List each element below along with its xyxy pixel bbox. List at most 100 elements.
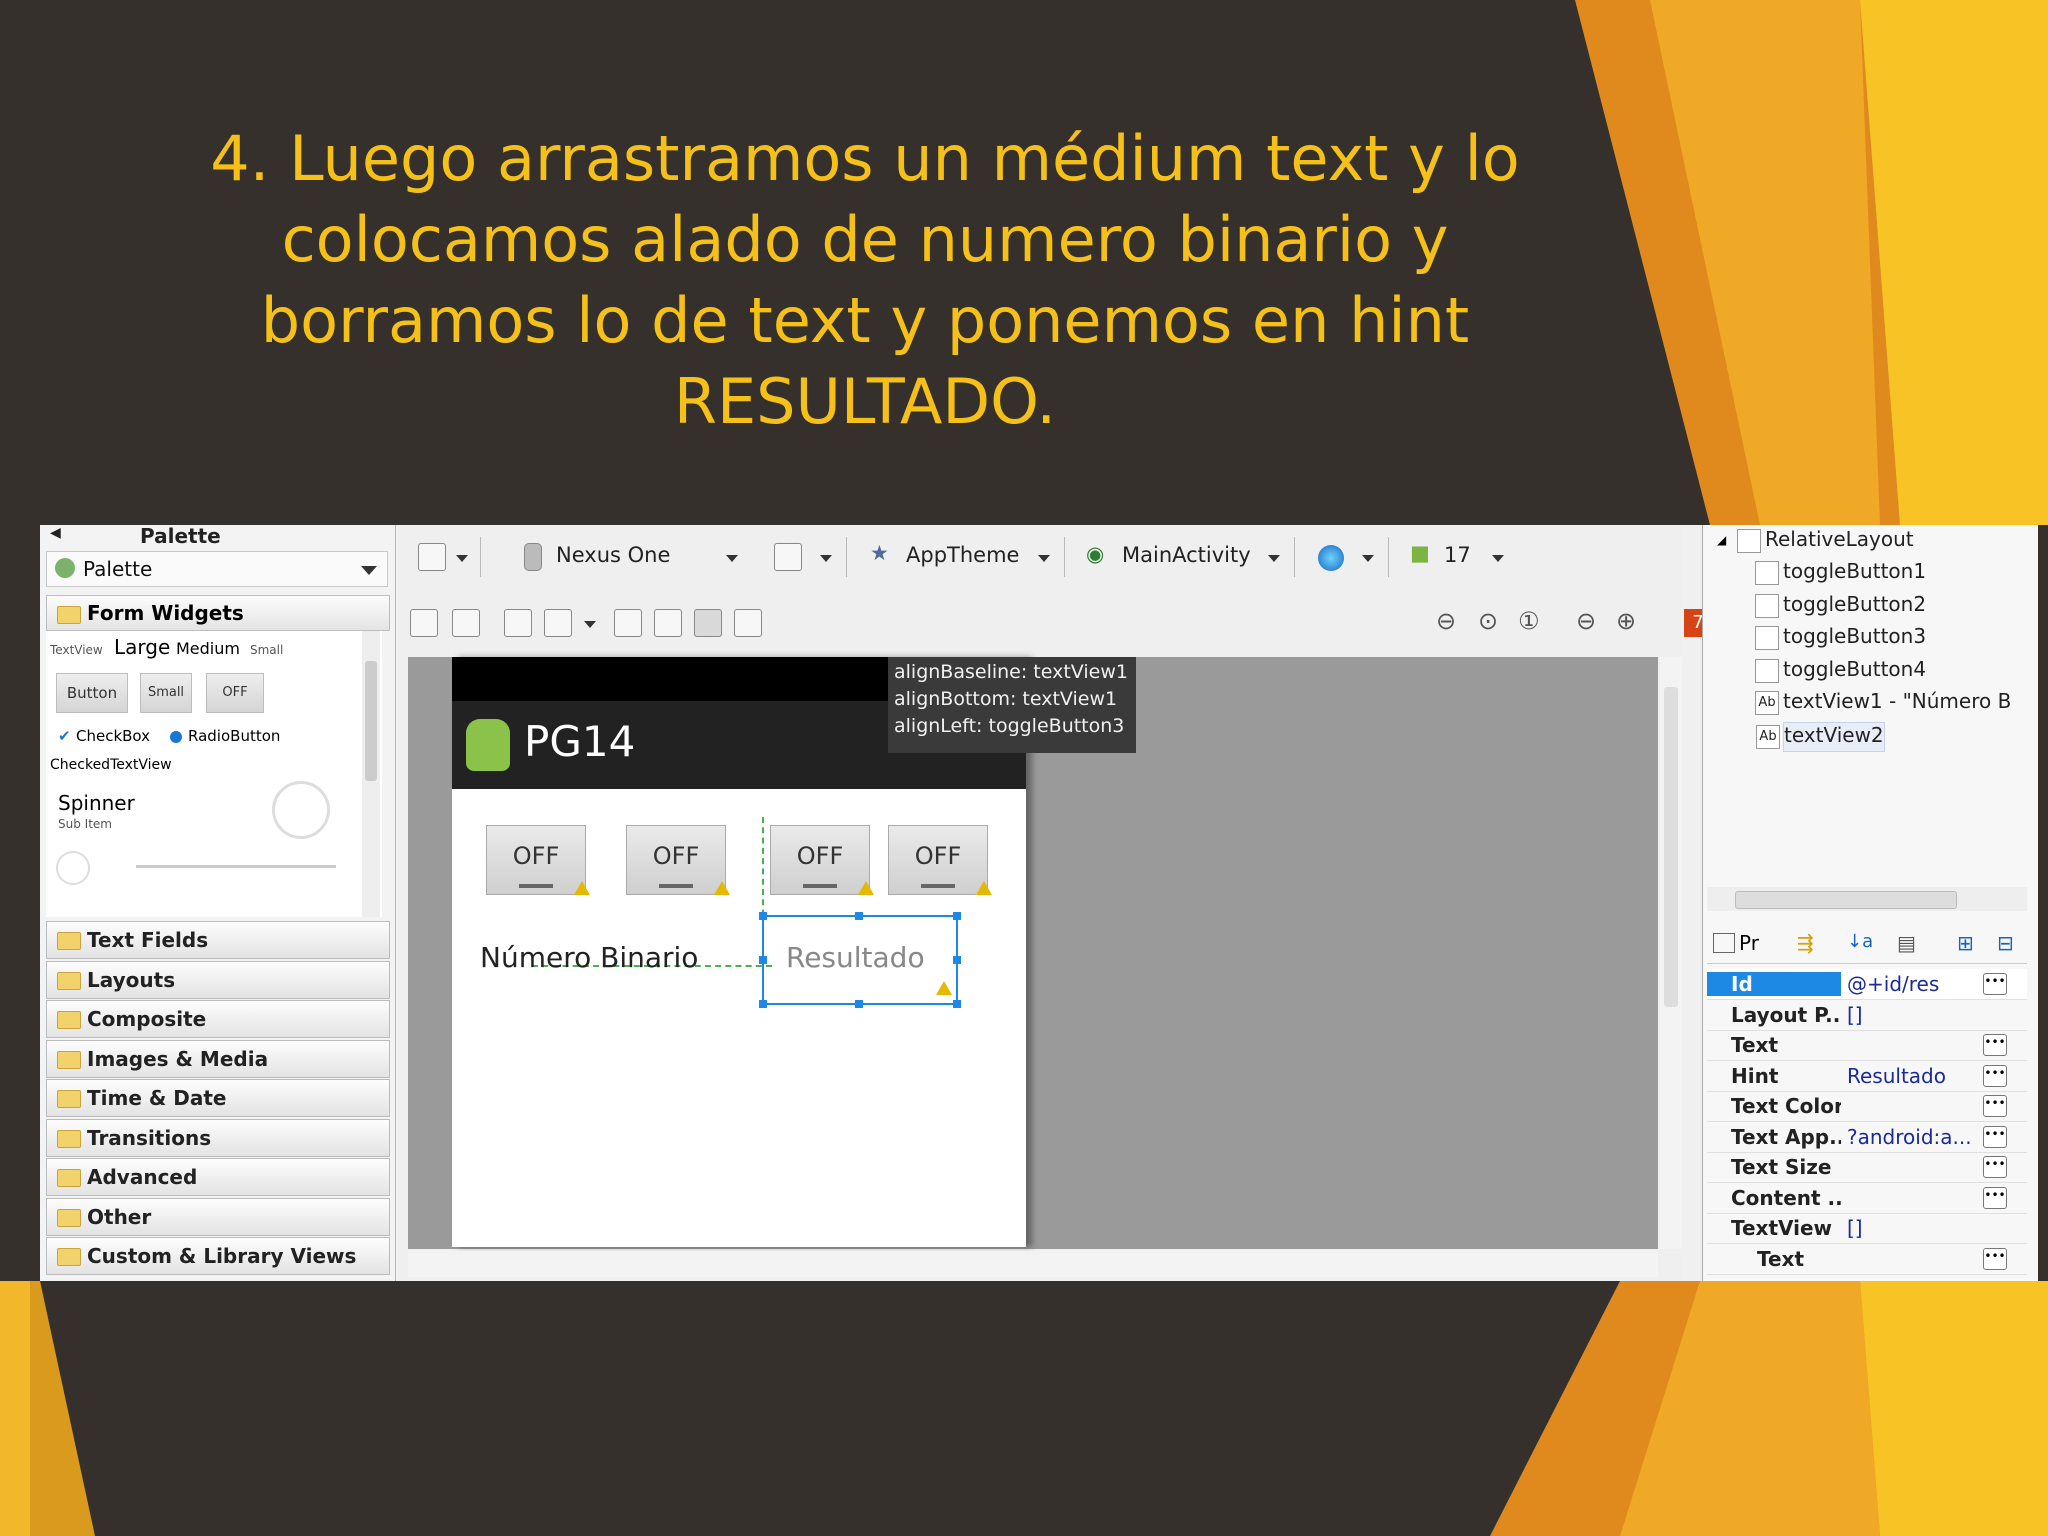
canvas-vertical-scrollbar[interactable] bbox=[1660, 657, 1682, 1249]
widget-small-text[interactable]: Small bbox=[250, 643, 283, 657]
property-row[interactable]: Text App... ?android:a... ••• bbox=[1707, 1122, 2027, 1153]
outline-item[interactable]: toggleButton4 bbox=[1755, 657, 1926, 685]
outline-item[interactable]: Ab textView1 - "Número B bbox=[1755, 689, 2011, 717]
margins-icon[interactable] bbox=[504, 609, 532, 637]
property-row[interactable]: Text ••• bbox=[1707, 1030, 2027, 1061]
zoom-fit-icon[interactable]: ⊖ bbox=[1436, 607, 1456, 635]
chevron-down-icon[interactable] bbox=[1362, 555, 1374, 562]
ellipsis-button[interactable]: ••• bbox=[1983, 1064, 2007, 1087]
label-numero-binario[interactable]: Número Binario bbox=[480, 941, 698, 974]
zoom-out-icon[interactable]: ⊖ bbox=[1576, 607, 1596, 635]
selected-textview[interactable]: Resultado bbox=[759, 912, 961, 1008]
chevron-down-icon[interactable] bbox=[820, 555, 832, 562]
property-row[interactable]: Hint Resultado ••• bbox=[1707, 1061, 2027, 1092]
palette-group[interactable]: Text Fields bbox=[46, 921, 390, 959]
property-value[interactable]: ?android:a... bbox=[1847, 1125, 1977, 1149]
widget-checkbox[interactable]: CheckBox bbox=[76, 727, 150, 745]
palette-group[interactable]: Images & Media bbox=[46, 1039, 390, 1078]
property-row[interactable]: Layout P...[] bbox=[1707, 1000, 2027, 1031]
widget-medium-text[interactable]: Medium bbox=[176, 639, 240, 658]
chevron-down-icon[interactable] bbox=[584, 621, 596, 628]
fit-width-icon[interactable] bbox=[410, 609, 438, 637]
ellipsis-button[interactable]: ••• bbox=[1983, 1034, 2007, 1056]
property-row[interactable]: Text Size ••• bbox=[1707, 1152, 2027, 1183]
group-form-widgets[interactable]: Form Widgets bbox=[46, 595, 390, 631]
palette-group[interactable]: Custom & Library Views bbox=[46, 1237, 390, 1275]
snap-icon[interactable] bbox=[694, 609, 722, 637]
property-row[interactable]: Id @+id/res ••• bbox=[1707, 969, 2027, 1000]
outline-item[interactable]: toggleButton2 bbox=[1755, 592, 1926, 620]
widget-small-button[interactable]: Small bbox=[140, 673, 192, 713]
widget-radiobutton[interactable]: RadioButton bbox=[188, 727, 280, 745]
canvas-horizontal-scrollbar[interactable] bbox=[408, 1251, 1658, 1277]
chevron-down-icon[interactable] bbox=[1492, 555, 1504, 562]
properties-tab[interactable]: Pr bbox=[1739, 931, 1759, 955]
ellipsis-button[interactable]: ••• bbox=[1983, 1095, 2007, 1117]
resize-handle[interactable] bbox=[855, 1000, 863, 1008]
palette-group[interactable]: Layouts bbox=[46, 960, 390, 999]
resize-handle[interactable] bbox=[953, 956, 961, 964]
ellipsis-button[interactable]: ••• bbox=[1983, 1125, 2007, 1148]
align-icon[interactable] bbox=[654, 609, 682, 637]
toggle-button-1[interactable]: OFF bbox=[486, 825, 586, 895]
file-icon[interactable] bbox=[418, 543, 446, 571]
palette-group[interactable]: Composite bbox=[46, 1000, 390, 1038]
outline-item[interactable]: Ab textView2 bbox=[1756, 721, 1885, 752]
ellipsis-button[interactable]: ••• bbox=[1983, 1156, 2007, 1178]
api-selector[interactable]: 17 bbox=[1444, 543, 1471, 567]
activity-selector[interactable]: MainActivity bbox=[1122, 543, 1251, 567]
widget-large-text[interactable]: Large bbox=[114, 635, 170, 659]
zoom-in-icon[interactable]: ⊕ bbox=[1616, 607, 1636, 635]
property-row[interactable]: Content ... ••• bbox=[1707, 1183, 2027, 1214]
palette-group[interactable]: Other bbox=[46, 1197, 390, 1236]
resize-handle[interactable] bbox=[953, 912, 961, 920]
resize-handle[interactable] bbox=[855, 912, 863, 920]
palette-group[interactable]: Advanced bbox=[46, 1158, 390, 1196]
palette-scrollbar[interactable] bbox=[362, 631, 380, 917]
resize-handle[interactable] bbox=[953, 1000, 961, 1008]
chevron-down-icon[interactable] bbox=[1038, 555, 1050, 562]
widget-checkedtextview[interactable]: CheckedTextView bbox=[50, 757, 172, 773]
property-row[interactable]: Text ••• bbox=[1707, 1244, 2027, 1275]
zoom-screen-icon[interactable]: ⊙ bbox=[1478, 607, 1498, 635]
toggle-button-3[interactable]: OFF bbox=[770, 825, 870, 895]
globe-icon[interactable] bbox=[1318, 545, 1344, 571]
small-progress-icon[interactable] bbox=[56, 851, 90, 885]
chevron-down-icon[interactable] bbox=[361, 566, 377, 575]
resize-handle[interactable] bbox=[759, 1000, 767, 1008]
clear-constraints-icon[interactable] bbox=[734, 609, 762, 637]
resize-handle[interactable] bbox=[759, 912, 767, 920]
progress-bar[interactable] bbox=[136, 865, 336, 868]
zoom-actual-icon[interactable]: ① bbox=[1518, 607, 1540, 635]
resize-icon[interactable] bbox=[544, 609, 572, 637]
resize-handle[interactable] bbox=[759, 956, 767, 964]
collapse-all-icon[interactable]: ⊟ bbox=[1997, 931, 2014, 955]
outline-item[interactable]: toggleButton3 bbox=[1755, 624, 1926, 652]
filter-icon[interactable]: ⇶ bbox=[1797, 931, 1814, 955]
fit-height-icon[interactable] bbox=[452, 609, 480, 637]
sort-az-icon[interactable]: ↓a bbox=[1847, 931, 1873, 952]
chevron-down-icon[interactable] bbox=[1268, 555, 1280, 562]
outline-item[interactable]: toggleButton1 bbox=[1755, 559, 1926, 587]
advanced-icon[interactable]: ▤ bbox=[1897, 931, 1916, 955]
outline-scrollbar[interactable] bbox=[1707, 887, 2027, 911]
property-value[interactable]: [] bbox=[1847, 1216, 1977, 1240]
property-row[interactable]: Text Color ••• bbox=[1707, 1091, 2027, 1122]
expand-all-icon[interactable]: ⊞ bbox=[1957, 931, 1974, 955]
device-selector[interactable]: Nexus One bbox=[556, 543, 670, 567]
chevron-down-icon[interactable] bbox=[456, 555, 468, 562]
theme-selector[interactable]: AppTheme bbox=[906, 543, 1019, 567]
property-value[interactable]: [] bbox=[1847, 1003, 1977, 1027]
ellipsis-button[interactable]: ••• bbox=[1983, 1247, 2007, 1270]
widget-button[interactable]: Button bbox=[56, 673, 128, 713]
toggle-button-2[interactable]: OFF bbox=[626, 825, 726, 895]
property-row[interactable]: TextView [] bbox=[1707, 1213, 2027, 1244]
toggle-button-4[interactable]: OFF bbox=[888, 825, 988, 895]
widget-textview[interactable]: TextView bbox=[50, 643, 103, 657]
palette-group[interactable]: Time & Date bbox=[46, 1079, 390, 1117]
widget-spinner[interactable]: Spinner bbox=[58, 791, 135, 815]
ellipsis-button[interactable]: ••• bbox=[1983, 973, 2007, 995]
ellipsis-button[interactable]: ••• bbox=[1983, 1186, 2007, 1209]
widget-toggle-button[interactable]: OFF bbox=[206, 673, 264, 713]
distribute-icon[interactable] bbox=[614, 609, 642, 637]
